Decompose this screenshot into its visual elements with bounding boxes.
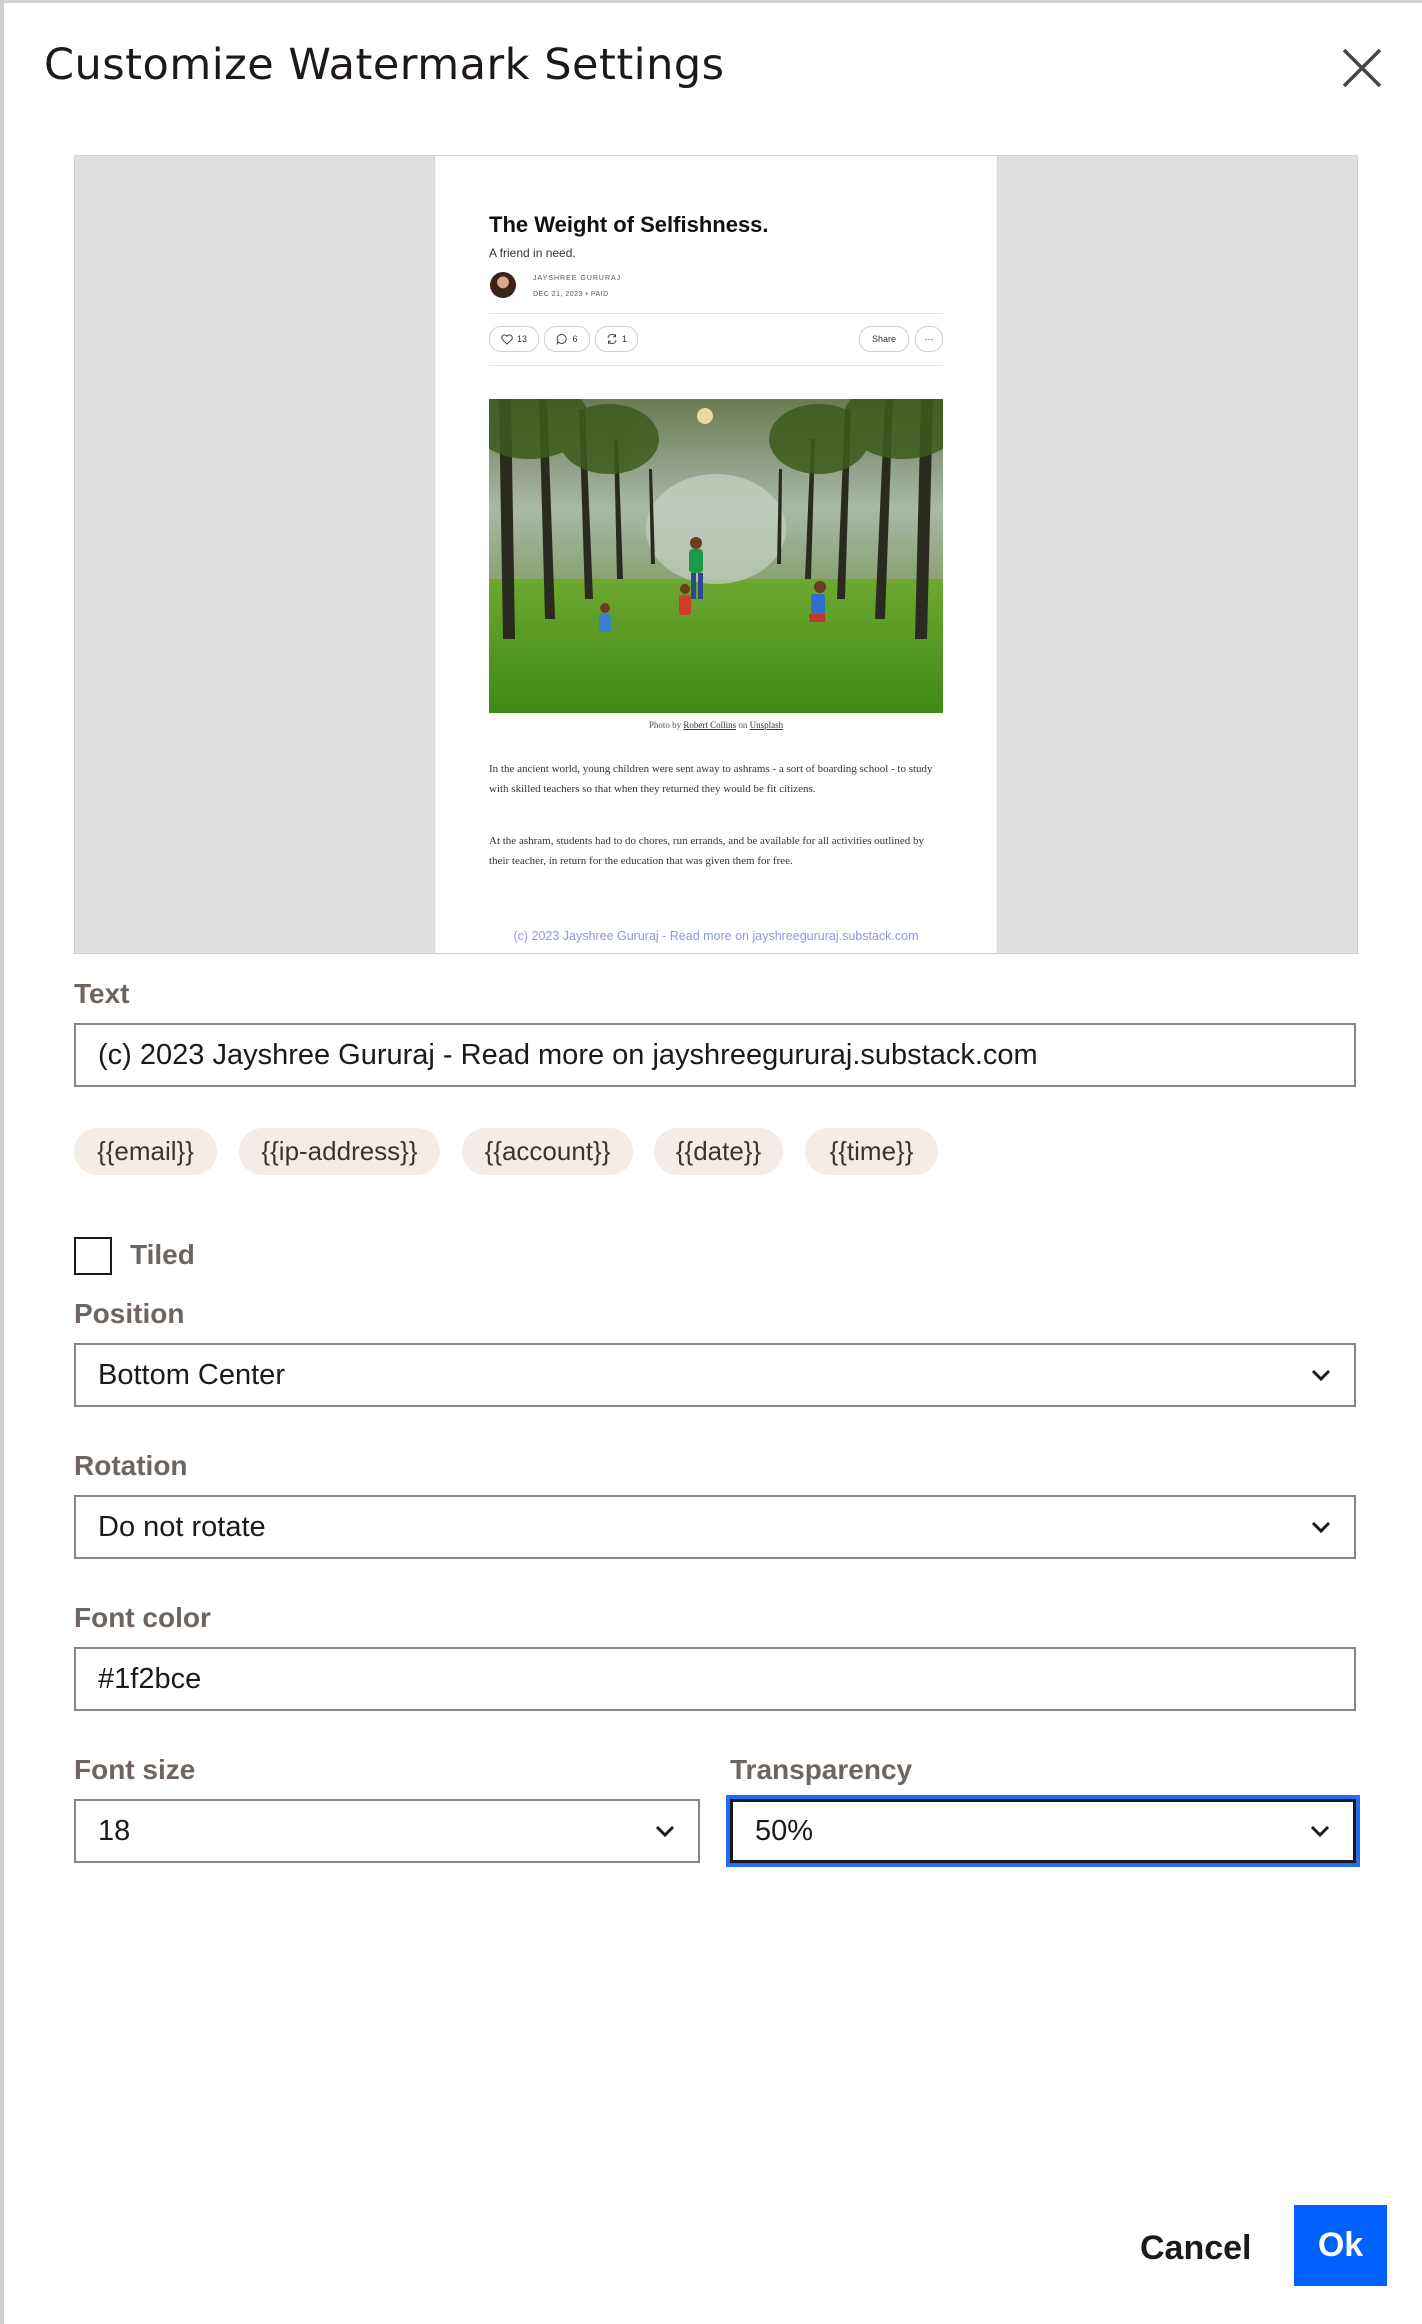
- divider: [489, 365, 943, 366]
- doc-author: JAYSHREE GURURAJ: [533, 275, 622, 282]
- paragraph: In the ancient world, young children wer…: [489, 763, 933, 795]
- rotation-label: Rotation: [74, 1450, 188, 1481]
- divider: [489, 313, 943, 314]
- dialog-title: Customize Watermark Settings: [44, 40, 725, 90]
- tiled-checkbox[interactable]: [74, 1237, 112, 1275]
- watermark-preview: The Weight of Selfishness. A friend in n…: [74, 155, 1358, 954]
- font-size-label: Font size: [74, 1754, 196, 1785]
- font-size-value: 18: [98, 1814, 131, 1847]
- restacks-pill: 1: [595, 326, 638, 352]
- close-button[interactable]: [1338, 44, 1386, 92]
- caption-prefix: Photo by: [648, 720, 684, 730]
- time-token-chip[interactable]: {{time}}: [805, 1128, 938, 1175]
- position-select[interactable]: Bottom Center: [74, 1343, 1356, 1407]
- doc-date: DEC 21, 2023 • PAID: [533, 291, 609, 298]
- author-avatar: [490, 272, 516, 298]
- likes-pill: 13: [489, 326, 539, 352]
- comments-pill: 6: [544, 326, 590, 352]
- restack-icon: [607, 333, 617, 345]
- rotation-select[interactable]: Do not rotate: [74, 1495, 1356, 1559]
- text-label: Text: [74, 978, 130, 1009]
- font-color-label: Font color: [74, 1602, 211, 1633]
- caption-mid: on: [736, 720, 750, 730]
- paragraph: At the ashram, students had to do chores…: [489, 835, 924, 867]
- caption-author-link: Robert Collins: [683, 720, 737, 730]
- account-token-chip[interactable]: {{account}}: [462, 1128, 633, 1175]
- share-label: Share: [871, 334, 897, 344]
- more-pill: ···: [915, 326, 943, 352]
- comment-icon: [556, 334, 568, 345]
- doc-subtitle: A friend in need.: [489, 246, 576, 260]
- heart-icon: [501, 333, 513, 345]
- forest-photo-image: [489, 399, 943, 713]
- ip-address-token-chip[interactable]: {{ip-address}}: [239, 1128, 440, 1175]
- more-icon: ···: [924, 334, 934, 344]
- share-pill: Share: [859, 326, 909, 352]
- email-token-chip[interactable]: {{email}}: [74, 1128, 217, 1175]
- rotation-value: Do not rotate: [98, 1510, 266, 1543]
- tiled-label: Tiled: [130, 1239, 195, 1270]
- background-page-edge: [0, 0, 4, 2324]
- preview-document: The Weight of Selfishness. A friend in n…: [435, 156, 997, 953]
- likes-count: 13: [516, 334, 527, 344]
- ok-button[interactable]: Ok: [1294, 2205, 1387, 2286]
- chevron-down-icon: [655, 1825, 675, 1838]
- cancel-button[interactable]: Cancel: [1140, 2220, 1252, 2276]
- caption-site-link: Unsplash: [749, 720, 784, 730]
- position-value: Bottom Center: [98, 1358, 285, 1391]
- comments-count: 6: [572, 334, 578, 344]
- font-size-select[interactable]: 18: [74, 1799, 700, 1863]
- doc-title: The Weight of Selfishness.: [489, 212, 769, 237]
- window-top-border: [0, 0, 1422, 3]
- transparency-select[interactable]: 50%: [730, 1799, 1356, 1863]
- chevron-down-icon: [1311, 1521, 1331, 1534]
- photo-caption: Photo by Robert Collins on Unsplash: [435, 720, 997, 730]
- chevron-down-icon: [1311, 1369, 1331, 1382]
- restacks-count: 1: [621, 334, 627, 344]
- date-token-chip[interactable]: {{date}}: [654, 1128, 783, 1175]
- watermark-preview-text: (c) 2023 Jayshree Gururaj - Read more on…: [513, 929, 919, 943]
- position-label: Position: [74, 1298, 185, 1329]
- article-photo: [489, 399, 943, 713]
- transparency-label: Transparency: [730, 1754, 913, 1785]
- watermark-text-input[interactable]: [74, 1023, 1356, 1087]
- close-icon: [1342, 48, 1382, 88]
- chevron-down-icon: [1310, 1825, 1330, 1838]
- font-color-input[interactable]: [74, 1647, 1356, 1711]
- transparency-value: 50%: [755, 1814, 814, 1847]
